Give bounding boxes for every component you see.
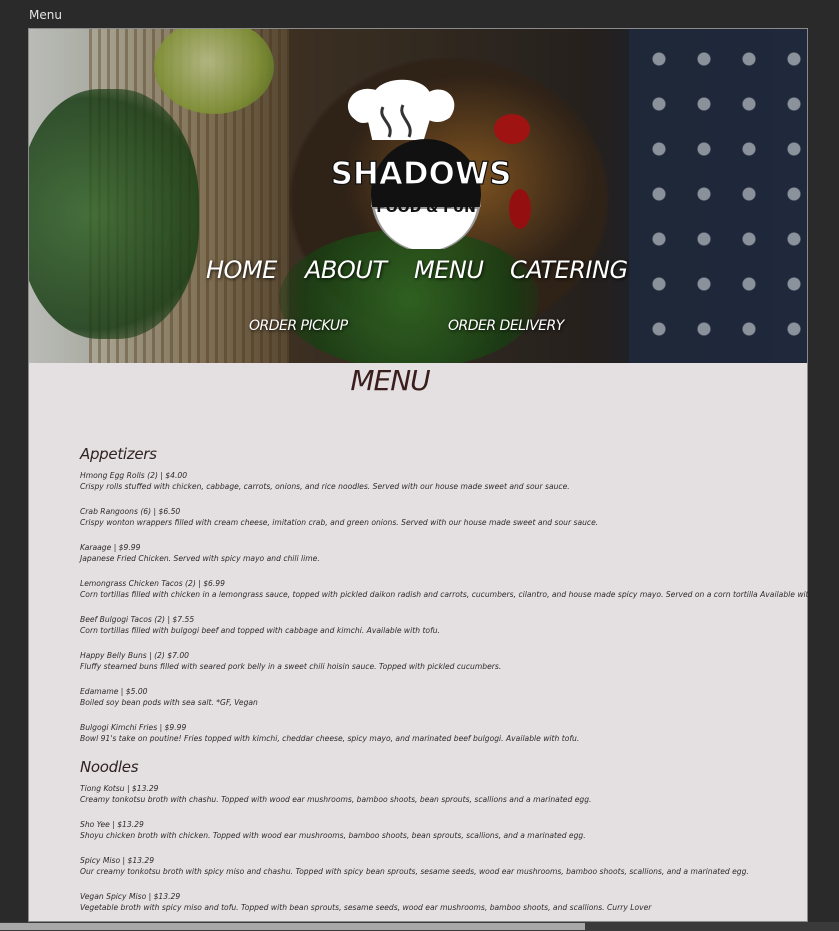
nav-catering[interactable]: CATERING: [510, 256, 628, 284]
menu-item-description: Crispy rolls stuffed with chicken, cabba…: [80, 482, 570, 491]
menu-item-name: Hmong Egg Rolls (2) | $4.00: [80, 471, 188, 480]
menu-item-name: Vegan Spicy Miso | $13.29: [80, 892, 181, 901]
scrollbar-thumb[interactable]: [0, 923, 585, 930]
menu-item-name: Sho Yee | $13.29: [80, 820, 144, 829]
menu-item-description: Corn tortillas filled with bulgogi beef …: [80, 626, 440, 635]
nav-order-pickup[interactable]: ORDER PICKUP: [249, 318, 348, 334]
menu-item-description: Bowl 91's take on poutine! Fries topped …: [80, 734, 580, 743]
menu-item-description: Creamy tonkotsu broth with chashu. Toppe…: [80, 795, 592, 804]
menu-item: Sho Yee | $13.29 Shoyu chicken broth wit…: [80, 819, 760, 841]
menu-item: Edamame | $5.00 Boiled soy bean pods wit…: [80, 686, 760, 708]
menu-item: Happy Belly Buns | (2) $7.00 Fluffy stea…: [80, 650, 760, 672]
shadows-logo[interactable]: SHADOWS FOOD & FUN: [311, 79, 531, 249]
menu-item-name: Karaage | $9.99: [80, 543, 141, 552]
menu-item: Bulgogi Kimchi Fries | $9.99 Bowl 91's t…: [80, 722, 760, 744]
menu-item-description: Fluffy steamed buns filled with seared p…: [80, 662, 502, 671]
nav-about[interactable]: ABOUT: [305, 256, 387, 284]
menu-item-name: Bulgogi Kimchi Fries | $9.99: [80, 723, 187, 732]
menu-item-description: Japanese Fried Chicken. Served with spic…: [80, 554, 320, 563]
page-title: MENU: [350, 364, 430, 397]
menu-item-name: Beef Bulgogi Tacos (2) | $7.55: [80, 615, 195, 624]
menu-item-name: Edamame | $5.00: [80, 687, 148, 696]
menu-item: Tiong Kotsu | $13.29 Creamy tonkotsu bro…: [80, 783, 760, 805]
window-menu-label[interactable]: Menu: [29, 8, 62, 22]
menu-item: Lemongrass Chicken Tacos (2) | $6.99 Cor…: [80, 578, 839, 600]
window-topbar: Menu: [0, 0, 839, 28]
section-heading-noodles: Noodles: [80, 758, 139, 776]
menu-item-description: Corn tortillas filled with chicken in a …: [80, 590, 839, 599]
menu-item-name: Crab Rangoons (6) | $6.50: [80, 507, 181, 516]
menu-item: Hmong Egg Rolls (2) | $4.00 Crispy rolls…: [80, 470, 760, 492]
logo-brand-text: SHADOWS: [331, 156, 512, 192]
menu-item-description: Vegetable broth with spicy miso and tofu…: [80, 903, 652, 912]
nav-home[interactable]: HOME: [206, 256, 277, 284]
menu-item: Beef Bulgogi Tacos (2) | $7.55 Corn tort…: [80, 614, 760, 636]
menu-item: Spicy Miso | $13.29 Our creamy tonkotsu …: [80, 855, 760, 877]
menu-item-description: Crispy wonton wrappers filled with cream…: [80, 518, 599, 527]
menu-item: Karaage | $9.99 Japanese Fried Chicken. …: [80, 542, 760, 564]
menu-item-name: Happy Belly Buns | (2) $7.00: [80, 651, 190, 660]
menu-item-name: Lemongrass Chicken Tacos (2) | $6.99: [80, 579, 225, 588]
menu-item-description: Boiled soy bean pods with sea salt. *GF,…: [80, 698, 258, 707]
menu-item: Vegan Spicy Miso | $13.29 Vegetable brot…: [80, 891, 760, 913]
logo-tagline-text: FOOD & FUN: [376, 200, 476, 216]
menu-content: Appetizers Hmong Egg Rolls (2) | $4.00 C…: [80, 445, 839, 927]
hero-banner: SHADOWS FOOD & FUN HOME ABOUT MENU CATER…: [29, 29, 807, 363]
horizontal-scrollbar[interactable]: [0, 922, 839, 931]
menu-item-description: Shoyu chicken broth with chicken. Topped…: [80, 831, 586, 840]
menu-item: Crab Rangoons (6) | $6.50 Crispy wonton …: [80, 506, 760, 528]
menu-item-name: Tiong Kotsu | $13.29: [80, 784, 159, 793]
nav-menu[interactable]: MENU: [414, 256, 484, 284]
section-heading-appetizers: Appetizers: [80, 445, 157, 463]
menu-item-description: Our creamy tonkotsu broth with spicy mis…: [80, 867, 749, 876]
nav-order-delivery[interactable]: ORDER DELIVERY: [448, 318, 564, 334]
menu-item-name: Spicy Miso | $13.29: [80, 856, 155, 865]
